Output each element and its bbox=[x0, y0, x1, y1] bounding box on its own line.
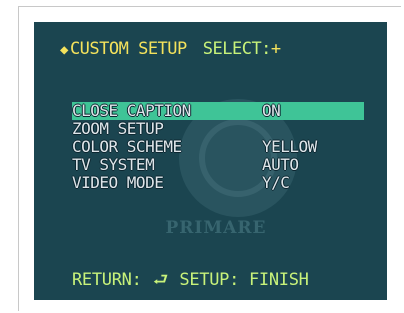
menu-header: ◆ CUSTOM SETUP SELECT:+ bbox=[60, 39, 281, 59]
menu-item-label: COLOR SCHEME bbox=[72, 137, 182, 156]
select-hint: SELECT: bbox=[202, 39, 272, 59]
return-label: RETURN: bbox=[72, 270, 142, 290]
menu-item-label: VIDEO MODE bbox=[72, 173, 164, 192]
menu-item-label: CLOSE CAPTION bbox=[72, 101, 191, 120]
menu-item-zoom-setup[interactable]: ZOOM SETUP bbox=[72, 120, 364, 138]
menu-title: CUSTOM SETUP bbox=[69, 39, 187, 59]
menu-item-value: ON bbox=[262, 101, 281, 120]
setup-finish-label: SETUP: FINISH bbox=[179, 270, 309, 290]
menu-item-label: ZOOM SETUP bbox=[72, 119, 164, 138]
menu-item-value: Y/C bbox=[262, 173, 290, 192]
watermark-text: PRIMARE bbox=[165, 218, 267, 238]
menu-item-video-mode[interactable]: VIDEO MODE Y/C bbox=[72, 174, 364, 192]
menu-item-value: YELLOW bbox=[262, 137, 317, 156]
menu-item-label: TV SYSTEM bbox=[72, 155, 155, 174]
menu-item-close-caption[interactable]: CLOSE CAPTION ON bbox=[72, 102, 364, 120]
menu-item-color-scheme[interactable]: COLOR SCHEME YELLOW bbox=[72, 138, 364, 156]
menu-item-tv-system[interactable]: TV SYSTEM AUTO bbox=[72, 156, 364, 174]
osd-screen: PRIMARE ◆ CUSTOM SETUP SELECT:+ CLOSE CAPT… bbox=[34, 22, 387, 300]
menu-item-value: AUTO bbox=[262, 155, 299, 174]
menu-list: CLOSE CAPTION ON ZOOM SETUP COLOR SCHEME… bbox=[72, 102, 364, 192]
select-symbol: + bbox=[270, 39, 281, 59]
menu-footer: RETURN: ⮐ SETUP: FINISH bbox=[72, 267, 309, 296]
return-arrow-icon: ⮐ bbox=[152, 270, 168, 290]
diamond-icon: ◆ bbox=[60, 42, 68, 58]
